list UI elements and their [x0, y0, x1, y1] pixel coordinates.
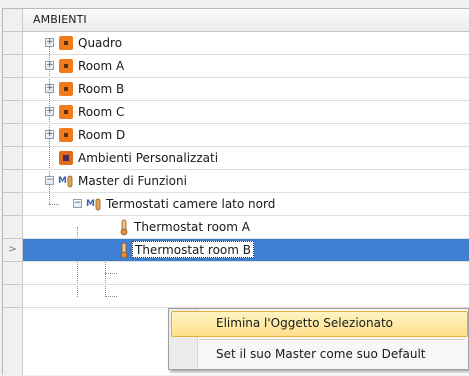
room-icon [59, 105, 73, 119]
tree-item-master-di-funzioni[interactable]: − M Master di Funzioni [23, 170, 469, 193]
tree-item-label: Room A [78, 59, 125, 73]
tree-item-termostati-camere-lato-nord[interactable]: − M Termostati camere lato nord [23, 193, 469, 216]
row-header-cell[interactable] [3, 193, 22, 216]
row-header-cell[interactable] [3, 262, 22, 285]
tree-item-room-a[interactable]: + Room A [23, 55, 469, 78]
menu-item-elimina-oggetto[interactable]: Elimina l'Oggetto Selezionato [171, 311, 468, 337]
expand-plus-icon[interactable]: + [45, 38, 54, 47]
master-icon: M [86, 198, 101, 211]
expand-plus-icon[interactable]: + [45, 84, 54, 93]
row-header-cell[interactable] [3, 55, 22, 78]
row-header-cell[interactable] [3, 124, 22, 147]
svg-text:M: M [58, 176, 67, 186]
tree-item-label: Room D [78, 128, 126, 142]
context-menu: Elimina l'Oggetto Selezionato Set il suo… [168, 308, 469, 370]
master-icon: M [58, 175, 73, 188]
row-header-cell[interactable] [3, 170, 22, 193]
tree-item-label: Termostati camere lato nord [106, 197, 276, 211]
tree-item-thermostat-room-b[interactable]: Thermostat room B [23, 239, 469, 262]
tree-item-thermostat-room-a[interactable]: Thermostat room A [23, 216, 469, 239]
current-row-arrow-icon: > [8, 244, 17, 255]
empty-row [23, 285, 469, 308]
tree-item-room-b[interactable]: + Room B [23, 78, 469, 101]
tree-item-quadro[interactable]: + Quadro [23, 32, 469, 55]
row-header-cell[interactable] [3, 285, 22, 308]
tree-item-label: Quadro [78, 36, 123, 50]
room-icon [59, 82, 73, 96]
row-header-cell[interactable] [3, 101, 22, 124]
row-header-cell-current[interactable]: > [3, 239, 22, 262]
expand-plus-icon[interactable]: + [45, 130, 54, 139]
row-header-cell[interactable] [3, 147, 22, 170]
tree-item-label: Ambienti Personalizzati [78, 151, 219, 165]
empty-row [23, 262, 469, 285]
menu-separator [199, 339, 465, 341]
row-header-cell[interactable] [3, 32, 22, 55]
row-header-cell[interactable] [3, 216, 22, 239]
row-header-cell[interactable] [3, 78, 22, 101]
tree-item-label: Master di Funzioni [78, 174, 187, 188]
row-header-cell [3, 9, 22, 32]
tree-item-ambienti-personalizzati[interactable]: Ambienti Personalizzati [23, 147, 469, 170]
thermostat-icon [120, 219, 128, 236]
tree-item-label: Room C [78, 105, 125, 119]
collapse-minus-icon[interactable]: − [73, 199, 82, 208]
collapse-minus-icon[interactable]: − [45, 176, 54, 185]
tree-item-room-d[interactable]: + Room D [23, 124, 469, 147]
thermostat-icon [120, 242, 128, 259]
room-icon [59, 59, 73, 73]
expand-plus-icon[interactable]: + [45, 107, 54, 116]
column-header-ambienti[interactable]: AMBIENTI [23, 9, 469, 32]
room-icon [59, 36, 73, 50]
custom-room-icon [59, 151, 73, 165]
expand-plus-icon[interactable]: + [45, 61, 54, 70]
tree-item-label: Room B [78, 82, 125, 96]
menu-item-set-master-default[interactable]: Set il suo Master come suo Default [171, 342, 468, 368]
svg-text:M: M [86, 199, 95, 209]
tree-item-room-c[interactable]: + Room C [23, 101, 469, 124]
room-icon [59, 128, 73, 142]
tree-item-label-selected: Thermostat room B [132, 241, 254, 258]
tree-item-label: Thermostat room A [134, 220, 250, 234]
row-header-column: > [3, 9, 23, 375]
